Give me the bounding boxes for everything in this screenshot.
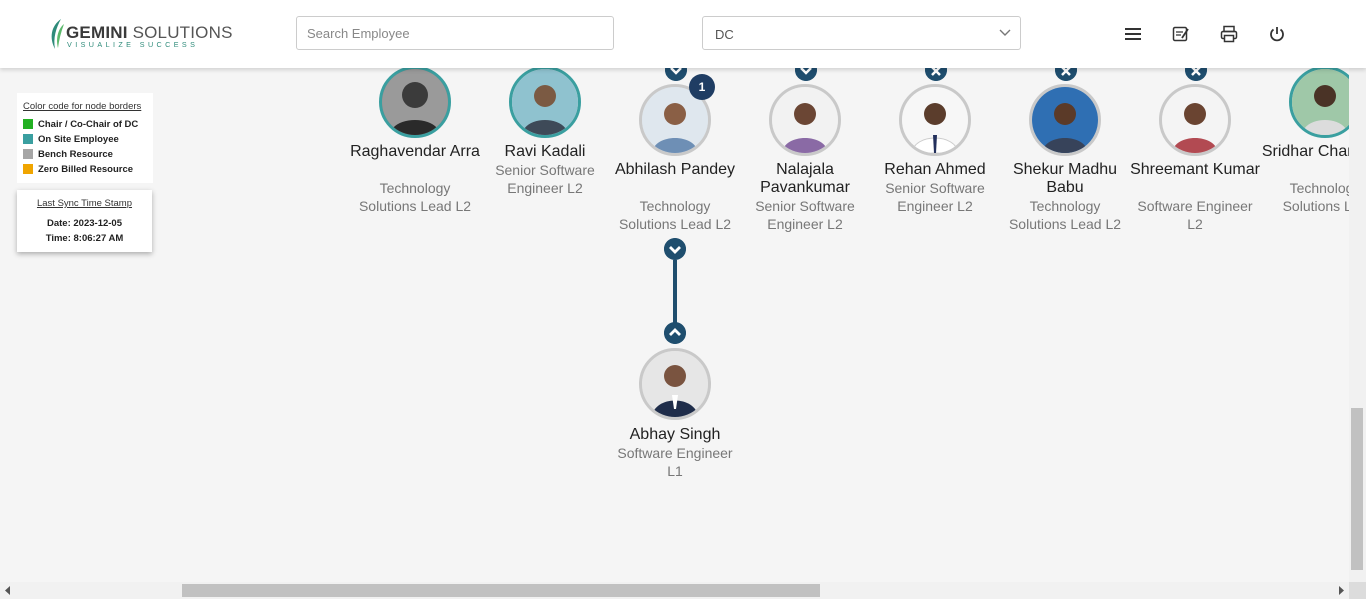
collapse-children-icon[interactable] xyxy=(664,238,686,260)
employee-role: Senior Software Engineer L2 xyxy=(755,198,855,232)
employee-role: Senior Software Engineer L2 xyxy=(495,162,595,196)
legend-label: Chair / Co-Chair of DC xyxy=(38,119,139,130)
employee-name: Abhay Singh xyxy=(629,426,721,443)
scrollbar-corner xyxy=(1349,582,1366,599)
search-employee-input[interactable] xyxy=(296,16,614,50)
avatar xyxy=(509,66,581,138)
legend-swatch xyxy=(23,119,33,129)
logo-tagline: VISUALIZE SUCCESS xyxy=(67,40,199,49)
employee-role: Technology Solutions Lead L2 xyxy=(618,198,732,232)
node-clip: Sridhar Chandrag Technology Solutions Le… xyxy=(1260,60,1349,260)
horizontal-scroll-thumb[interactable] xyxy=(182,584,820,597)
legend-swatch xyxy=(23,134,33,144)
vertical-scroll-thumb[interactable] xyxy=(1351,408,1363,570)
employee-name: Shekur Madhu Babu xyxy=(1012,161,1118,196)
direct-reports-count-badge: 1 xyxy=(689,74,715,100)
avatar xyxy=(379,66,451,138)
sync-time: Time: 8:06:27 AM xyxy=(45,233,124,244)
employee-name: Raghavendar Arra xyxy=(350,143,480,160)
employee-role: Senior Software Engineer L2 xyxy=(885,180,985,214)
legend-swatch xyxy=(23,164,33,174)
power-icon[interactable] xyxy=(1267,24,1287,44)
avatar xyxy=(1029,84,1101,156)
avatar xyxy=(899,84,971,156)
tree-connector-line xyxy=(673,260,677,326)
sync-date: Date: 2023-12-05 xyxy=(47,218,122,229)
border-color-legend: Color code for node borders Chair / Co-C… xyxy=(17,93,153,183)
vertical-scrollbar[interactable] xyxy=(1349,68,1366,582)
employee-name: Sridhar Chandrag xyxy=(1261,143,1349,160)
legend-label: Zero Billed Resource xyxy=(38,164,134,175)
employee-name: Nalajala Pavankumar xyxy=(760,161,850,196)
avatar xyxy=(1289,66,1349,138)
dc-dropdown[interactable]: DC xyxy=(702,16,1021,50)
horizontal-scrollbar[interactable] xyxy=(0,582,1349,599)
employee-name: Rehan Ahmed xyxy=(884,161,986,178)
scroll-right-icon[interactable] xyxy=(1337,586,1345,595)
avatar xyxy=(639,348,711,420)
sync-title: Last Sync Time Stamp xyxy=(36,198,133,209)
employee-role: Technology Solutions Lead L2 xyxy=(1008,198,1122,232)
chevron-down-icon xyxy=(999,29,1011,36)
employee-role: Software Engineer L1 xyxy=(617,445,733,479)
legend-label: Bench Resource xyxy=(38,149,113,160)
legend-swatch xyxy=(23,149,33,159)
legend-label: On Site Employee xyxy=(38,134,119,145)
notes-icon[interactable] xyxy=(1171,24,1191,44)
scroll-left-icon[interactable] xyxy=(4,586,12,595)
avatar xyxy=(1159,84,1231,156)
employee-name: Shreemant Kumar xyxy=(1130,161,1260,178)
employee-role: Software Engineer L2 xyxy=(1137,198,1253,232)
menu-icon[interactable] xyxy=(1123,24,1143,44)
employee-name: Abhilash Pandey xyxy=(614,161,736,178)
app-header: GEMINI SOLUTIONS VISUALIZE SUCCESS DC xyxy=(0,0,1366,68)
avatar xyxy=(769,84,841,156)
leaf-icon xyxy=(51,19,64,49)
employee-role: Technology Solutions Lea xyxy=(1282,180,1349,214)
dropdown-selected-value: DC xyxy=(715,27,734,42)
employee-name: Ravi Kadali xyxy=(504,143,586,160)
sync-timestamp-card: Last Sync Time Stamp Date: 2023-12-05 Ti… xyxy=(17,190,152,252)
employee-role: Technology Solutions Lead L2 xyxy=(358,180,472,214)
legend-title: Color code for node borders xyxy=(23,101,142,112)
expand-parent-icon[interactable] xyxy=(664,322,686,344)
print-icon[interactable] xyxy=(1219,24,1239,44)
company-logo[interactable]: GEMINI SOLUTIONS VISUALIZE SUCCESS xyxy=(47,18,232,50)
